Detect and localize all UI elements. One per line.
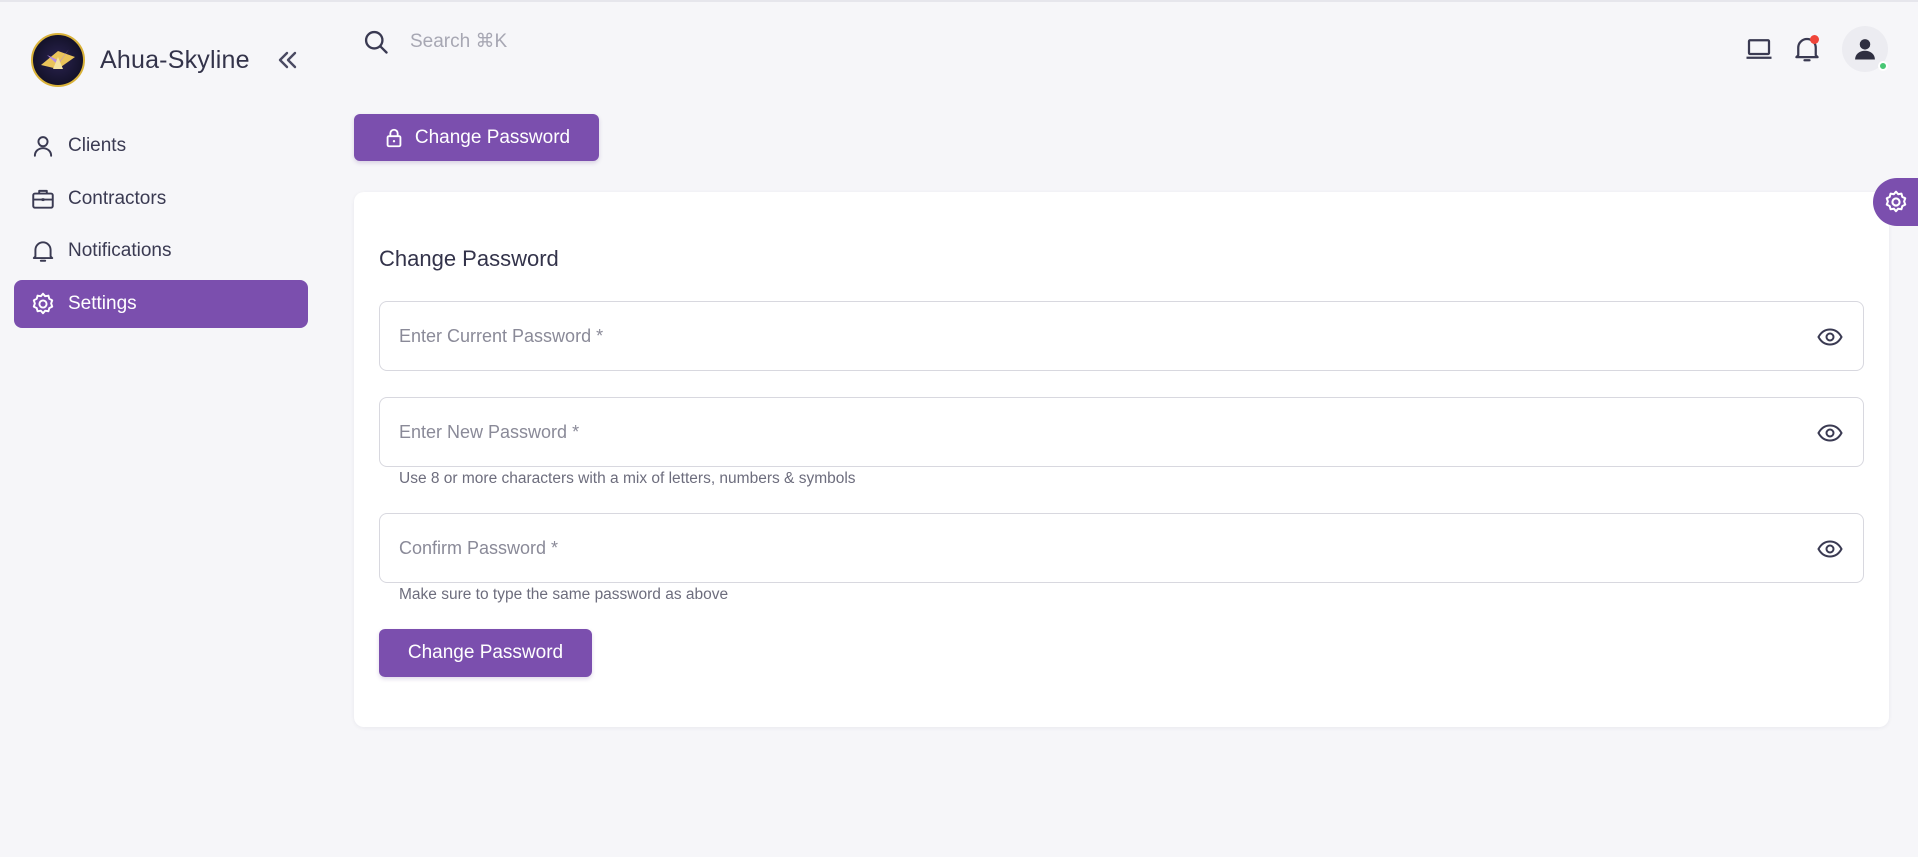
user-icon: [33, 136, 53, 157]
current-password-input[interactable]: [380, 302, 1863, 370]
sidebar-item-label: Notifications: [68, 240, 172, 261]
avatar[interactable]: [1842, 26, 1888, 72]
laptop-icon[interactable]: [1744, 34, 1774, 64]
sidebar-nav: Clients Contractors Notifications Settin…: [14, 122, 308, 332]
collapse-sidebar-icon[interactable]: [276, 48, 300, 72]
search-icon[interactable]: [362, 28, 390, 56]
briefcase-icon: [32, 189, 54, 209]
change-password-tab-button[interactable]: Change Password: [354, 114, 599, 161]
sidebar: Ahua-Skyline Clients Contractors Notific…: [0, 2, 320, 857]
sidebar-item-label: Contractors: [68, 187, 167, 209]
theme-settings-toggle[interactable]: [1873, 178, 1918, 226]
sidebar-item-label: Clients: [68, 135, 127, 156]
search-input[interactable]: [410, 31, 710, 53]
bell-icon: [32, 241, 54, 262]
confirm-password-input[interactable]: [380, 514, 1863, 582]
card-title: Change Password: [379, 246, 559, 271]
confirm-password-helper: Make sure to type the same password as a…: [399, 586, 729, 603]
confirm-password-field: [379, 513, 1864, 583]
online-status-dot: [1878, 61, 1888, 71]
lock-icon: [386, 128, 402, 147]
sidebar-item-notifications[interactable]: Notifications: [14, 227, 308, 275]
brand-logo: [31, 33, 85, 87]
gear-icon: [32, 292, 54, 314]
search-bar: [362, 28, 710, 56]
sidebar-item-contractors[interactable]: Contractors: [14, 175, 308, 223]
change-password-tab-label: Change Password: [414, 126, 571, 148]
new-password-field: [379, 397, 1864, 467]
gear-icon: [1885, 190, 1907, 213]
current-password-field: [379, 301, 1864, 371]
sidebar-item-label: Settings: [68, 292, 137, 314]
new-password-helper: Use 8 or more characters with a mix of l…: [399, 470, 856, 487]
sidebar-item-settings[interactable]: Settings: [14, 279, 308, 328]
top-actions: [1726, 26, 1888, 72]
change-password-submit-button[interactable]: Change Password: [379, 629, 592, 677]
notifications-bell-icon[interactable]: [1792, 34, 1822, 64]
user-avatar-icon: [1855, 39, 1875, 60]
brand[interactable]: Ahua-Skyline: [31, 33, 250, 87]
notification-badge: [1810, 35, 1819, 44]
eye-icon[interactable]: [1817, 325, 1843, 349]
brand-name: Ahua-Skyline: [100, 45, 250, 74]
eye-icon[interactable]: [1817, 537, 1843, 561]
eye-icon[interactable]: [1817, 421, 1843, 445]
new-password-input[interactable]: [380, 398, 1863, 466]
change-password-card: Change Password Use 8 or more characters…: [354, 192, 1889, 727]
sidebar-item-clients[interactable]: Clients: [14, 122, 308, 170]
